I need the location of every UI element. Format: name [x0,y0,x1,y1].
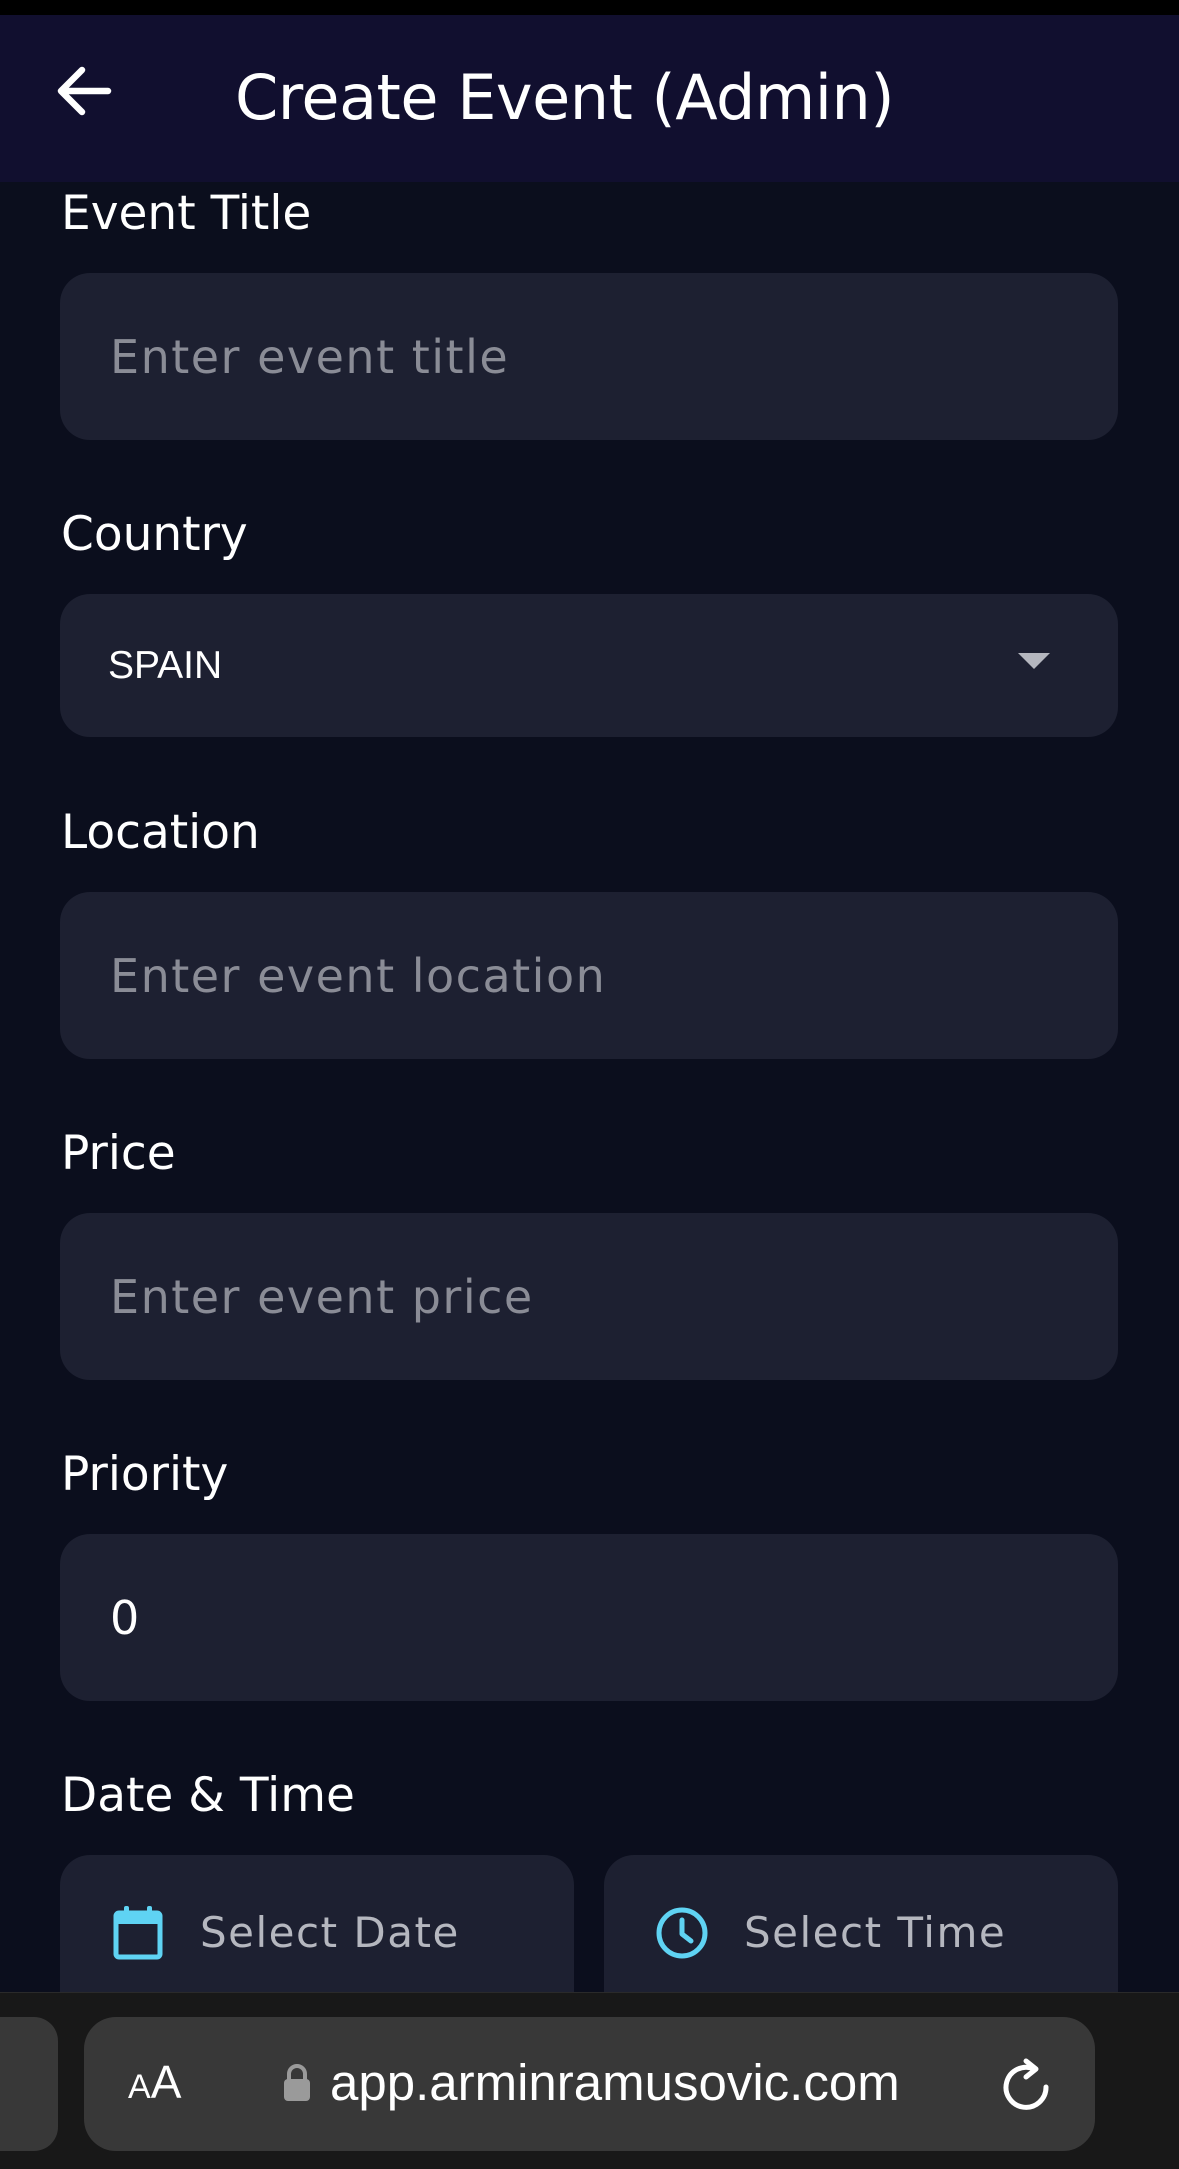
reload-icon[interactable] [996,2055,1056,2115]
location-label: Location [61,805,260,860]
priority-field [60,1534,1118,1701]
text-size-small-glyph: A [128,2068,151,2106]
priority-label: Priority [61,1447,229,1502]
event-form [0,182,1179,1992]
select-time-label: Select Time [744,1908,1007,1957]
location-field [60,892,1118,1059]
status-strip [0,0,1179,15]
date-time-label: Date & Time [61,1768,355,1823]
back-button[interactable] [44,53,124,133]
page-title: Create Event (Admin) [235,61,895,134]
previous-tab[interactable] [0,2017,58,2151]
url-text: app.arminramusovic.com [330,2054,900,2111]
price-field [60,1213,1118,1380]
select-date-label: Select Date [200,1908,460,1957]
arrow-left-icon [56,66,112,121]
dropdown-arrow-icon [1018,653,1050,669]
price-label: Price [61,1126,176,1181]
country-selected-value: SPAIN [108,643,223,687]
event-title-field [60,273,1118,440]
address-bar[interactable]: A A app.arminramusovic.com [84,2017,1095,2151]
text-size-button[interactable]: A A [128,2055,181,2115]
browser-toolbar: A A app.arminramusovic.com [0,1992,1179,2169]
calendar-icon [110,1905,166,1961]
priority-input[interactable] [110,1534,1118,1701]
app-header: Create Event (Admin) [0,15,1179,182]
clock-icon [654,1905,710,1961]
lock-icon [282,2063,312,2108]
location-input[interactable] [110,892,1118,1059]
event-title-label: Event Title [61,186,312,241]
country-select[interactable]: SPAIN [60,594,1118,737]
price-input[interactable] [110,1213,1118,1380]
text-size-large-glyph: A [150,2056,182,2108]
country-label: Country [61,507,248,562]
event-title-input[interactable] [110,273,1118,440]
